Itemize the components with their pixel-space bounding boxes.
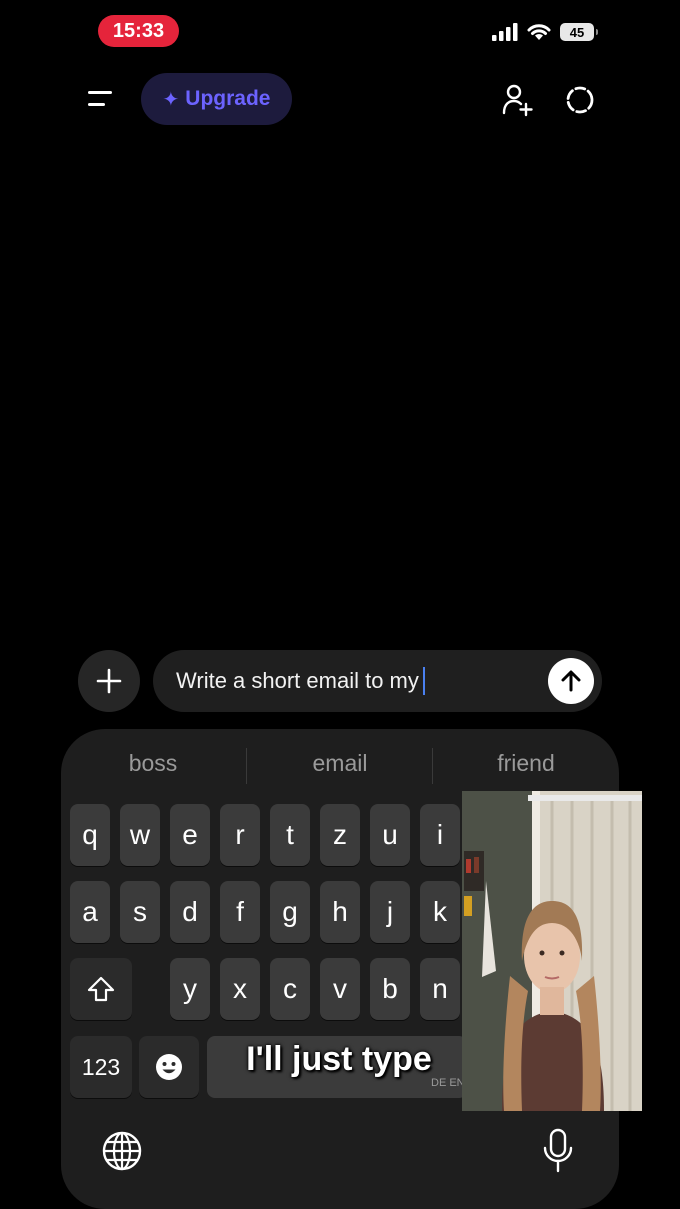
key-c[interactable]: c <box>270 958 310 1020</box>
key-r[interactable]: r <box>220 804 260 866</box>
upgrade-button[interactable]: ✦ Upgrade <box>141 73 292 125</box>
key-g[interactable]: g <box>270 881 310 943</box>
key-n[interactable]: n <box>420 958 460 1020</box>
key-u[interactable]: u <box>370 804 410 866</box>
key-a[interactable]: a <box>70 881 110 943</box>
globe-icon[interactable] <box>101 1130 143 1172</box>
arrow-up-icon <box>561 670 581 692</box>
wifi-icon <box>527 24 551 40</box>
key-y[interactable]: y <box>170 958 210 1020</box>
key-q[interactable]: q <box>70 804 110 866</box>
message-input[interactable]: Write a short email to my <box>153 650 602 712</box>
key-b[interactable]: b <box>370 958 410 1020</box>
key-e[interactable]: e <box>170 804 210 866</box>
key-i[interactable]: i <box>420 804 460 866</box>
add-attachment-button[interactable] <box>78 650 140 712</box>
key-s[interactable]: s <box>120 881 160 943</box>
upgrade-label: Upgrade <box>185 87 271 110</box>
video-caption: I'll just type <box>246 1040 432 1078</box>
suggestion-divider <box>246 748 247 784</box>
suggestion-2[interactable]: email <box>277 750 403 780</box>
webcam-image <box>462 791 642 1111</box>
temporary-chat-icon[interactable] <box>562 82 598 118</box>
key-t[interactable]: t <box>270 804 310 866</box>
shift-key[interactable] <box>70 958 132 1020</box>
battery-icon: 45 <box>560 23 598 41</box>
status-indicators: 45 <box>492 22 598 42</box>
key-v[interactable]: v <box>320 958 360 1020</box>
key-h[interactable]: h <box>320 881 360 943</box>
text-caret <box>422 667 425 695</box>
cellular-signal-icon <box>492 23 518 41</box>
menu-icon[interactable] <box>84 84 118 116</box>
key-d[interactable]: d <box>170 881 210 943</box>
key-z[interactable]: z <box>320 804 360 866</box>
battery-level: 45 <box>569 24 585 40</box>
emoji-icon <box>156 1054 182 1080</box>
emoji-key[interactable] <box>139 1036 199 1098</box>
plus-icon <box>96 668 122 694</box>
suggestion-1[interactable]: boss <box>90 750 216 780</box>
send-button[interactable] <box>548 658 594 704</box>
key-w[interactable]: w <box>120 804 160 866</box>
suggestion-3[interactable]: friend <box>463 750 589 780</box>
webcam-overlay <box>462 791 642 1111</box>
shift-icon <box>87 976 115 1002</box>
suggestion-divider <box>432 748 433 784</box>
key-j[interactable]: j <box>370 881 410 943</box>
key-x[interactable]: x <box>220 958 260 1020</box>
status-time: 15:33 <box>98 15 179 47</box>
sparkle-icon: ✦ <box>162 88 180 111</box>
add-person-icon[interactable] <box>499 82 535 118</box>
message-input-text: Write a short email to my <box>176 668 419 693</box>
microphone-icon[interactable] <box>542 1128 574 1174</box>
key-k[interactable]: k <box>420 881 460 943</box>
numbers-key[interactable]: 123 <box>70 1036 132 1098</box>
key-f[interactable]: f <box>220 881 260 943</box>
